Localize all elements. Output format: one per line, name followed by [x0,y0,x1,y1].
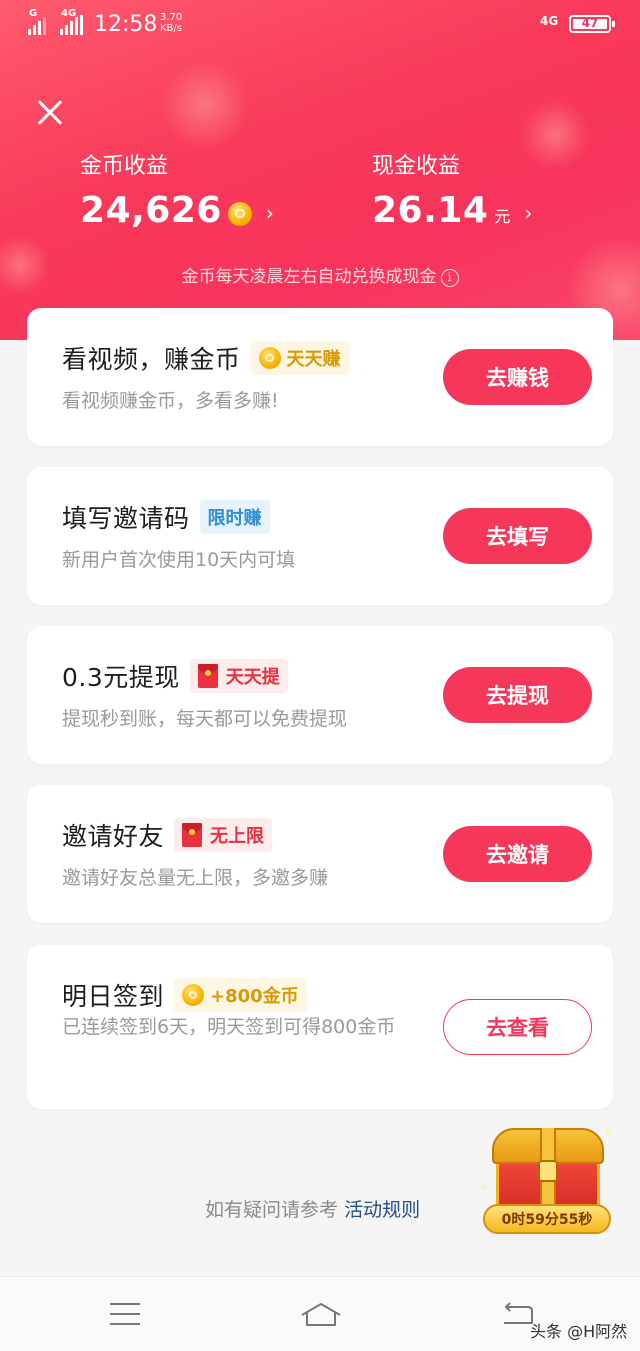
task-title: 明日签到 [62,982,165,1011]
info-icon[interactable]: i [440,269,459,287]
task-badge: 天天赚 [250,341,349,375]
task-badge: +800金币 [174,978,307,1012]
treasure-chest-icon[interactable]: ✦ ✦ 0时59分55秒 [478,1118,618,1238]
cash-income-label: 现金收益 [372,154,461,179]
net-speed-value: 3.70 [160,12,183,23]
coin-icon [182,984,205,1006]
red-envelope-icon [182,823,203,847]
rules-prompt: 如有疑问请参考 [205,1199,339,1221]
signal-icon [28,13,46,35]
chest-countdown: 0时59分55秒 [483,1204,611,1234]
net-speed: 3.70 KB/s [160,12,182,34]
cash-income[interactable]: 现金收益 26.14 元 › [372,148,532,231]
task-badge-label: 限时赚 [207,508,262,529]
activity-rules-link[interactable]: 活动规则 [344,1199,420,1221]
chevron-right-icon: › [524,200,533,225]
invite-button[interactable]: 去邀请 [443,826,592,882]
task-title: 填写邀请码 [62,504,190,533]
task-card-watch-video: 看视频，赚金币 天天赚 看视频赚金币，多看多赚! 去赚钱 [27,308,613,446]
cash-income-value: 26.14 [372,190,489,231]
back-icon[interactable] [500,1301,534,1327]
chevron-right-icon: › [265,200,274,225]
task-badge-label: 天天提 [225,667,280,688]
net-speed-unit: KB/s [160,23,182,34]
task-title: 邀请好友 [62,822,165,851]
task-badge-label: 天天赚 [286,349,341,370]
task-subtitle: 新用户首次使用10天内可填 [62,549,296,571]
task-badge-label: +800金币 [210,986,299,1007]
network-type: 4G [540,14,559,28]
task-card-invite-friends: 邀请好友 无上限 邀请好友总量无上限，多邀多赚 去邀请 [27,785,613,923]
battery-level: 47 [581,16,599,30]
coin-icon [258,347,281,369]
task-card-invite-code: 填写邀请码 限时赚 新用户首次使用10天内可填 去填写 [27,467,613,605]
status-bar: G 4G 12:58 3.70 KB/s 4G 47 [0,0,640,50]
fill-code-button[interactable]: 去填写 [443,508,592,564]
withdraw-button[interactable]: 去提现 [443,667,592,723]
cash-income-unit: 元 [494,206,511,226]
exchange-hint-text: 金币每天凌晨左右自动兑换成现金 [181,267,437,287]
close-icon[interactable] [30,92,70,132]
coin-icon [227,201,252,226]
view-checkin-button[interactable]: 去查看 [443,999,592,1055]
task-title: 0.3元提现 [62,663,180,692]
task-subtitle: 邀请好友总量无上限，多邀多赚 [62,867,329,889]
task-card-checkin: 明日签到 +800金币 已连续签到6天，明天签到可得800金币 去查看 [27,945,613,1109]
rules-footer: 如有疑问请参考 活动规则 [205,1195,420,1222]
task-badge: 天天提 [189,659,288,693]
menu-icon[interactable] [110,1303,140,1325]
clock: 12:58 [94,12,158,37]
task-subtitle: 看视频赚金币，多看多赚! [62,390,279,412]
task-title: 看视频，赚金币 [62,345,241,374]
header-banner: G 4G 12:58 3.70 KB/s 4G 47 金币收益 24,626 ›… [0,0,640,340]
exchange-hint: 金币每天凌晨左右自动兑换成现金 i [0,262,640,287]
coin-income[interactable]: 金币收益 24,626 › [80,148,274,231]
battery-icon: 47 [569,15,615,33]
coin-income-value: 24,626 [80,190,222,231]
earn-money-button[interactable]: 去赚钱 [443,349,592,405]
task-subtitle: 已连续签到6天，明天签到可得800金币 [62,1016,396,1038]
decor-bubble [160,60,250,150]
task-subtitle: 提现秒到账，每天都可以免费提现 [62,708,348,730]
signal-icon [60,13,83,35]
task-badge: 无上限 [174,818,273,852]
red-envelope-icon [197,664,218,688]
coin-income-label: 金币收益 [80,154,169,179]
task-card-withdraw: 0.3元提现 天天提 提现秒到账，每天都可以免费提现 去提现 [27,626,613,764]
task-badge: 限时赚 [199,500,270,534]
home-icon[interactable] [299,1301,343,1327]
watermark: 头条 @H阿然 [530,1322,628,1341]
task-badge-label: 无上限 [210,826,265,847]
